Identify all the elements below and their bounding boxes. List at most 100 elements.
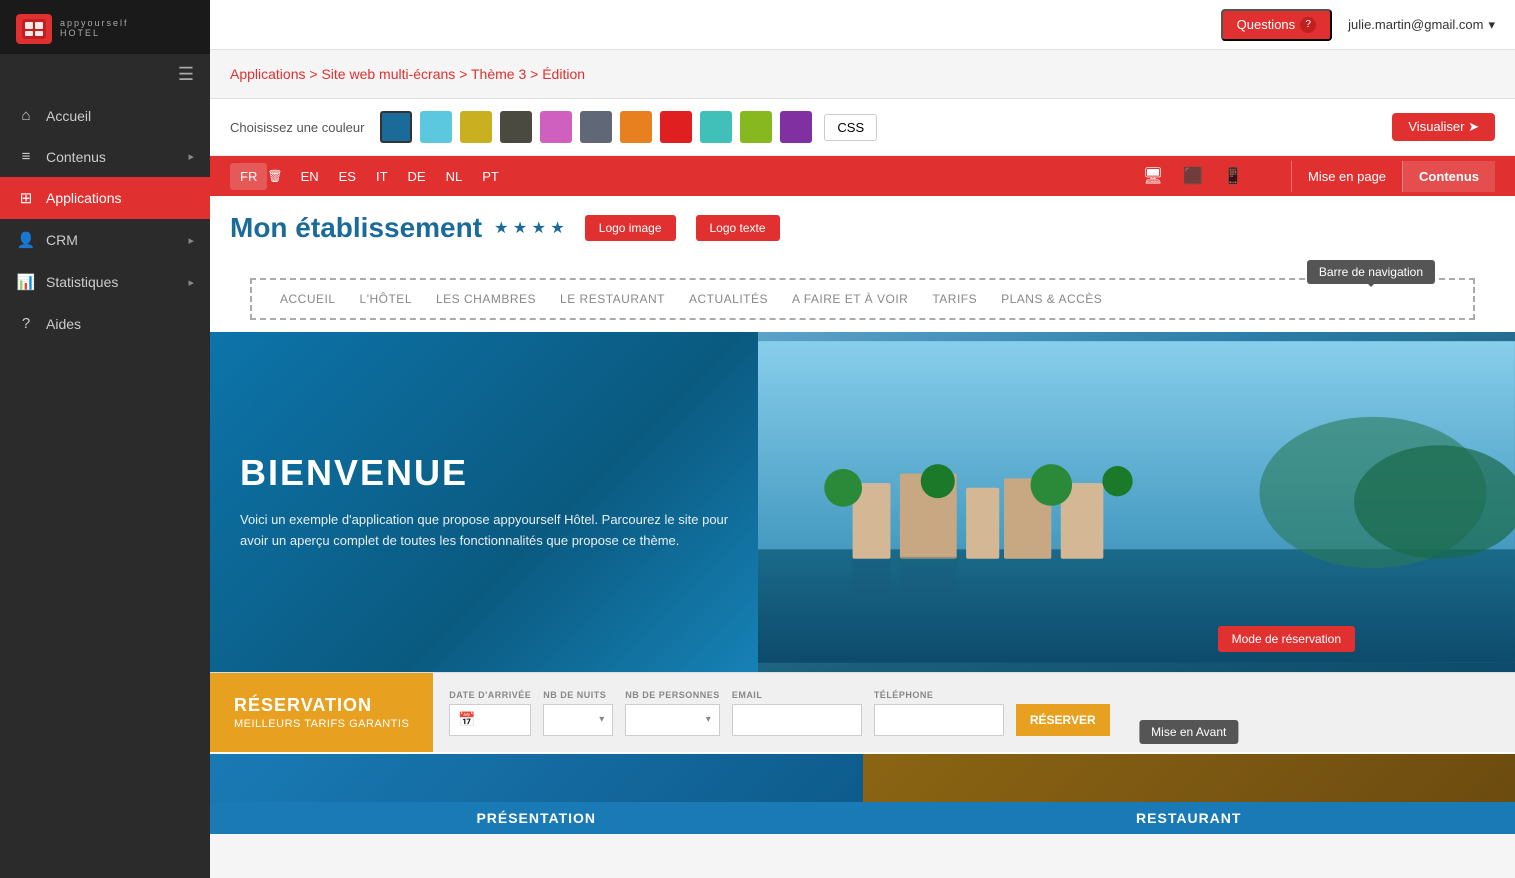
nav-item-hotel[interactable]: L'HÔTEL <box>348 288 424 310</box>
visualiser-button[interactable]: Visualiser ➤ <box>1392 113 1495 141</box>
logo-icon <box>16 14 52 44</box>
device-icons: 🖥 ⬛ 📱 <box>1135 162 1251 190</box>
sidebar-logo: appyourself HOTEL <box>0 0 210 54</box>
mobile-icon[interactable]: 📱 <box>1215 162 1251 190</box>
nav-item-plans[interactable]: PLANS & ACCÈS <box>989 288 1114 310</box>
content-area: Applications > Site web multi-écrans > T… <box>210 50 1515 878</box>
color-swatch-8[interactable] <box>700 111 732 143</box>
nav-tooltip: Barre de navigation <box>1307 260 1435 284</box>
nb-nuits-select[interactable]: ▾ <box>543 704 613 736</box>
tab-contenus[interactable]: Contenus <box>1402 161 1495 192</box>
user-menu[interactable]: julie.martin@gmail.com ▾ <box>1348 17 1495 33</box>
breadcrumb-edition: Édition <box>542 66 585 82</box>
sidebar-item-aides[interactable]: ? Aides <box>0 303 210 344</box>
nav-item-restaurant[interactable]: LE RESTAURANT <box>548 288 677 310</box>
lang-es[interactable]: ES <box>329 163 366 190</box>
reservation-tooltip: Mode de réservation <box>1218 626 1355 652</box>
hero-title: BIENVENUE <box>240 452 728 494</box>
breadcrumb-theme[interactable]: Thème 3 <box>471 66 526 82</box>
applications-icon: ⊞ <box>16 189 36 207</box>
breadcrumb: Applications > Site web multi-écrans > T… <box>210 50 1515 99</box>
restaurant-title: RESTAURANT <box>863 802 1515 834</box>
logo-text: appyourself HOTEL <box>60 19 129 39</box>
lang-de[interactable]: DE <box>398 163 436 190</box>
sidebar-item-statistiques[interactable]: 📊 Statistiques ▸ <box>0 261 210 303</box>
site-navigation: ACCUEIL L'HÔTEL LES CHAMBRES LE RESTAURA… <box>250 278 1475 320</box>
telephone-input[interactable] <box>874 704 1004 736</box>
reservation-title: RÉSERVATION <box>234 695 409 716</box>
editor-tabs: Mise en page Contenus <box>1291 161 1495 192</box>
color-swatch-6[interactable] <box>620 111 652 143</box>
site-header: Mon établissement ★ ★ ★ ★ Logo image Log… <box>210 196 1515 260</box>
logo-text-button[interactable]: Logo texte <box>696 215 780 241</box>
breadcrumb-site-web[interactable]: Site web multi-écrans <box>321 66 455 82</box>
questions-button[interactable]: Questions ? <box>1221 9 1333 41</box>
color-swatch-7[interactable] <box>660 111 692 143</box>
sidebar-item-accueil[interactable]: ⌂ Accueil <box>0 95 210 136</box>
sidebar-item-contenus[interactable]: ≡ Contenus ▸ <box>0 136 210 177</box>
dropdown-arrow-personnes: ▾ <box>706 714 711 725</box>
questions-label: Questions <box>1237 17 1296 32</box>
color-swatch-4[interactable] <box>540 111 572 143</box>
site-title: Mon établissement <box>230 212 482 244</box>
avant-tooltip: Mise en Avant <box>1139 720 1238 744</box>
lang-nl[interactable]: NL <box>436 163 473 190</box>
main-area: Questions ? julie.martin@gmail.com ▾ App… <box>210 0 1515 878</box>
color-swatch-1[interactable] <box>420 111 452 143</box>
color-swatch-5[interactable] <box>580 111 612 143</box>
nav-item-chambres[interactable]: LES CHAMBRES <box>424 288 548 310</box>
reserver-button[interactable]: RÉSERVER <box>1016 704 1110 736</box>
breadcrumb-applications[interactable]: Applications <box>230 66 306 82</box>
nav-item-accueil[interactable]: ACCUEIL <box>268 288 348 310</box>
home-icon: ⌂ <box>16 107 36 124</box>
color-swatch-9[interactable] <box>740 111 772 143</box>
desktop-icon[interactable]: 🖥 <box>1135 162 1171 190</box>
color-picker-bar: Choisissez une couleur CSS Visualiser ➤ <box>210 99 1515 156</box>
css-button[interactable]: CSS <box>824 114 877 141</box>
date-arrivee-input[interactable]: 📅 <box>449 704 531 736</box>
nb-nuits-field: NB DE NUITS ▾ <box>543 690 613 736</box>
color-swatch-10[interactable] <box>780 111 812 143</box>
tab-mise-en-page[interactable]: Mise en page <box>1291 161 1402 192</box>
reservation-subtitle: MEILLEURS TARIFS GARANTIS <box>234 718 409 730</box>
lang-fr[interactable]: FR <box>230 163 267 190</box>
logo-image-button[interactable]: Logo image <box>585 215 676 241</box>
hero-description: Voici un exemple d'application que propo… <box>240 510 728 552</box>
nb-personnes-select[interactable]: ▾ <box>625 704 720 736</box>
nav-tooltip-wrapper: Barre de navigation ACCUEIL L'HÔTEL LES … <box>210 260 1515 332</box>
email-label: EMAIL <box>732 690 862 700</box>
lang-it[interactable]: IT <box>366 163 398 190</box>
user-email: julie.martin@gmail.com <box>1348 17 1483 32</box>
nav-item-tarifs[interactable]: TARIFS <box>920 288 989 310</box>
lang-delete-icon[interactable]: 🗑 <box>267 169 282 183</box>
chevron-down-icon: ▾ <box>1488 17 1495 33</box>
crm-icon: 👤 <box>16 231 36 249</box>
arrow-icon-stats: ▸ <box>188 276 194 289</box>
nb-personnes-label: NB DE PERSONNES <box>625 690 720 700</box>
dropdown-arrow-nuits: ▾ <box>599 714 604 725</box>
lang-device-bar: FR 🗑 EN ES IT DE NL PT 🖥 ⬛ 📱 Mise en pag… <box>210 156 1515 196</box>
contenus-icon: ≡ <box>16 148 36 165</box>
sidebar-item-applications[interactable]: ⊞ Applications <box>0 177 210 219</box>
nav-item-afaire[interactable]: A FAIRE ET À VOIR <box>780 288 920 310</box>
email-input[interactable] <box>732 704 862 736</box>
arrow-icon-crm: ▸ <box>188 234 194 247</box>
sidebar-navigation: ⌂ Accueil ≡ Contenus ▸ ⊞ Applications 👤 … <box>0 95 210 878</box>
color-swatch-0[interactable] <box>380 111 412 143</box>
bottom-card-restaurant: RESTAURANT <box>863 754 1515 834</box>
hero-section: BIENVENUE Voici un exemple d'application… <box>210 332 1515 672</box>
email-field: EMAIL <box>732 690 862 736</box>
reservation-fields: DATE D'ARRIVÉE 📅 NB DE NUITS ▾ <box>433 673 1515 752</box>
hamburger-icon[interactable]: ☰ <box>0 54 210 95</box>
sidebar-item-crm[interactable]: 👤 CRM ▸ <box>0 219 210 261</box>
color-swatch-3[interactable] <box>500 111 532 143</box>
telephone-label: TÉLÉPHONE <box>874 690 1004 700</box>
lang-pt[interactable]: PT <box>472 163 509 190</box>
tablet-icon[interactable]: ⬛ <box>1175 162 1211 190</box>
color-swatch-2[interactable] <box>460 111 492 143</box>
hero-right: Mode de réservation <box>758 332 1515 672</box>
lang-en[interactable]: EN <box>291 163 329 190</box>
hero-left: BIENVENUE Voici un exemple d'application… <box>210 332 758 672</box>
nav-item-actualites[interactable]: ACTUALITÉS <box>677 288 780 310</box>
topbar: Questions ? julie.martin@gmail.com ▾ <box>210 0 1515 50</box>
